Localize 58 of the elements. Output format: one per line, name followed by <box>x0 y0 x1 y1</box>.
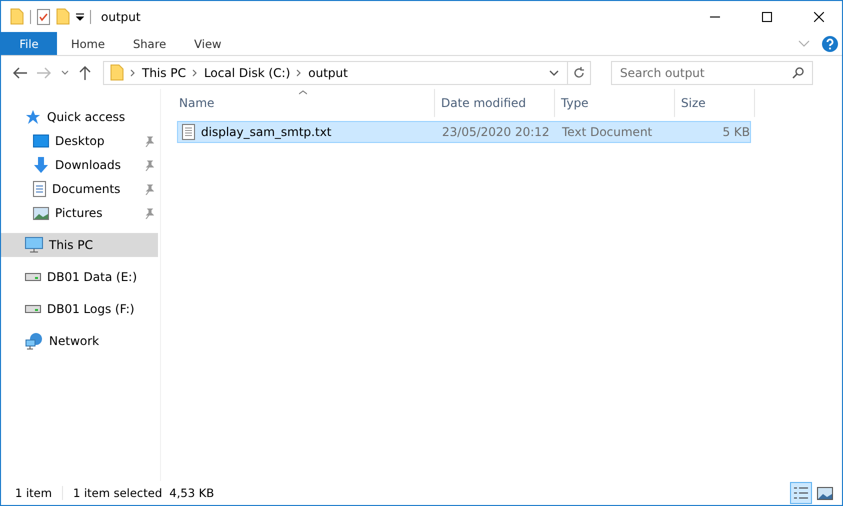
details-view-icon <box>793 486 809 500</box>
star-icon <box>25 109 41 125</box>
file-menu-button[interactable]: File <box>1 32 57 55</box>
breadcrumb[interactable]: output <box>304 66 352 80</box>
size-cell-text: 5 KB <box>721 125 750 139</box>
window-title: output <box>101 10 142 24</box>
picture-icon <box>33 206 49 220</box>
view-button[interactable] <box>790 482 812 504</box>
search-field[interactable]: Search output <box>611 60 813 84</box>
monitor-icon <box>25 237 43 253</box>
selection-info: 1 item selected 4,53 KB <box>72 486 216 500</box>
refresh-icon[interactable] <box>573 66 585 79</box>
column-header[interactable]: Type <box>555 89 675 117</box>
new-folder-icon <box>56 8 70 25</box>
item-count: 1 item <box>15 486 53 500</box>
sidebar-item[interactable]: Documents <box>1 177 158 201</box>
date-cell-text: 23/05/2020 20:12 <box>441 125 551 139</box>
ribbon-tab[interactable]: Home <box>57 32 119 55</box>
up-button[interactable] <box>77 66 93 80</box>
column-header[interactable]: Name <box>177 89 435 117</box>
address-bar[interactable]: This PC Local Disk (C:) output <box>103 60 591 84</box>
column-header[interactable]: Size <box>675 89 755 117</box>
sidebar-item[interactable]: DB01 Logs (F:) <box>1 297 158 321</box>
sidebar-item[interactable]: This PC <box>1 233 158 257</box>
desktop-icon <box>33 134 49 148</box>
column-header[interactable]: Date modified <box>435 89 555 117</box>
help-icon[interactable] <box>822 36 838 52</box>
download-arrow-icon <box>33 157 49 173</box>
properties-icon[interactable] <box>37 8 50 24</box>
sort-caret-icon <box>299 90 307 95</box>
ribbon-tab[interactable]: Share <box>118 32 180 55</box>
dropdown-caret-icon[interactable] <box>549 70 559 76</box>
maximize-icon <box>762 12 772 22</box>
network-icon <box>25 332 43 350</box>
recent-locations-button[interactable] <box>59 70 71 76</box>
search-icon <box>792 66 804 78</box>
sidebar-item[interactable]: Downloads <box>1 153 158 177</box>
type-cell-text: Text Document <box>561 125 654 139</box>
close-icon <box>814 12 824 22</box>
breadcrumb[interactable]: This PC <box>138 66 190 80</box>
file-name: display_sam_smtp.txt <box>201 125 332 139</box>
breadcrumb[interactable]: Local Disk (C:) <box>200 66 294 80</box>
back-button[interactable] <box>11 66 29 78</box>
dropdown-arrow-icon[interactable] <box>76 12 84 20</box>
sidebar-item[interactable]: DB01 Data (E:) <box>1 265 158 289</box>
drive-icon <box>25 305 41 313</box>
text-file-icon <box>182 124 195 140</box>
folder-icon <box>10 8 24 25</box>
sidebar-item[interactable]: Pictures <box>1 201 158 225</box>
large-icons-view-icon <box>817 486 833 500</box>
sidebar-item[interactable]: Quick access <box>1 105 158 129</box>
file-row[interactable]: display_sam_smtp.txt 23/05/2020 20:12 Text Document 5 KB <box>177 121 751 143</box>
folder-icon <box>110 64 124 81</box>
sidebar-item[interactable]: Desktop <box>1 129 158 153</box>
ribbon-tab[interactable]: View <box>180 32 236 55</box>
drive-icon <box>25 273 41 281</box>
sidebar-item[interactable]: Network <box>1 329 158 353</box>
document-icon <box>33 181 46 197</box>
